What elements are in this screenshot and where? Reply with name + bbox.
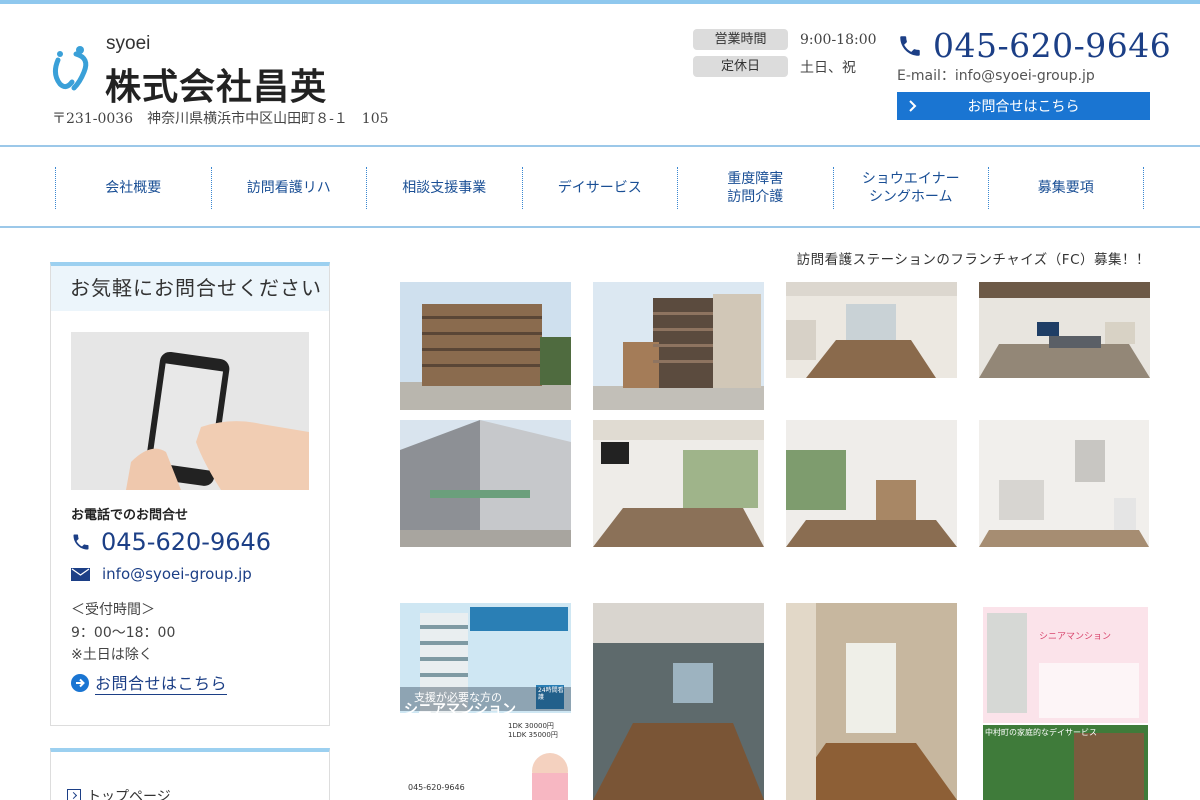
header-contact-button-label: お問合せはこちら (967, 98, 1080, 114)
company-address: 〒231-0036 神奈川県横浜市中区山田町８-１ 105 (52, 111, 389, 127)
closed-days-tag: 定休日 (693, 56, 788, 77)
business-hours-value: 9:00-18:00 (800, 31, 877, 48)
flyer1-price2: 1LDK 35000円 (508, 731, 558, 739)
chevron-right-icon (67, 789, 81, 800)
sidebar-email-address[interactable]: info@syoei-group.jp (102, 565, 252, 583)
header-email[interactable]: E-mail：info@syoei-group.jp (897, 65, 1095, 85)
sidebar-heading: お気軽にお問合せください (51, 266, 329, 311)
nav-item-day-service[interactable]: デイサービス (521, 167, 678, 209)
sidebar-email[interactable]: info@syoei-group.jp (71, 565, 252, 583)
sidebar-item-top-page[interactable]: トップページ (67, 786, 171, 800)
interior-photo-7[interactable] (786, 603, 957, 800)
phone-icon (73, 534, 89, 550)
sidebar-phone-number[interactable]: 045-620-9646 (101, 528, 271, 556)
senior-mansion-flyer-2[interactable]: シニアマンション 中村町の家庭的なデイサービス (979, 603, 1150, 800)
company-name[interactable]: 株式会社昌英 (105, 58, 327, 110)
interior-photo-1[interactable] (786, 282, 957, 378)
closed-days-value: 土日、祝 (800, 59, 856, 76)
sidebar-phone[interactable]: 045-620-9646 (71, 528, 271, 556)
flyer1-title: シニアマンション (404, 702, 516, 718)
logo-subtitle: syoei (106, 33, 151, 54)
building-photo-2[interactable] (593, 282, 764, 410)
building-photo-3[interactable] (400, 420, 571, 547)
business-hours-row: 営業時間 9:00-18:00 (693, 29, 877, 50)
closed-note: ※土日は除く (71, 647, 153, 663)
reception-hours-value: 9：00〜18：00 (71, 625, 176, 641)
business-hours-tag: 営業時間 (693, 29, 788, 50)
sidebar-contact-link[interactable]: お問合せはこちら (71, 670, 228, 695)
header-phone[interactable]: 045-620-9646 (897, 26, 1171, 65)
interior-photo-5[interactable] (979, 420, 1149, 547)
building-photo-1[interactable] (400, 282, 571, 410)
reception-hours-label: ＜受付時間＞ (71, 602, 155, 618)
mail-icon (71, 567, 90, 581)
flyer2-title: シニアマンション (1039, 632, 1112, 642)
interior-photo-2[interactable] (979, 282, 1150, 378)
chevron-right-icon (909, 100, 917, 112)
flyer1-badge: 24時間看護 (538, 687, 564, 701)
arrow-circle-icon (71, 673, 89, 692)
phone-icon (900, 35, 920, 56)
sidebar-item-label: トップページ (87, 789, 171, 800)
header-phone-number[interactable]: 045-620-9646 (933, 26, 1171, 65)
interior-photo-6[interactable] (593, 603, 764, 800)
sidebar-menu-box: トップページ (50, 748, 330, 800)
nav-item-recruitment[interactable]: 募集要項 (988, 167, 1144, 209)
top-accent-bar (0, 0, 1200, 4)
flyer1-phone: 045-620-9646 (408, 783, 465, 792)
sidebar-contact-link-label: お問合せはこちら (95, 670, 228, 695)
header-contact-button[interactable]: お問合せはこちら (897, 92, 1150, 120)
global-nav: 会社概要 訪問看護リハ 相談支援事業 デイサービス 重度障害 訪問介護 ショウエ… (0, 145, 1200, 228)
closed-days-row: 定休日 土日、祝 (693, 56, 856, 77)
interior-photo-3[interactable] (593, 420, 764, 547)
franchise-notice[interactable]: 訪問看護ステーションのフランチャイズ（FC）募集！！ (797, 248, 1150, 268)
nav-item-visiting-nursing[interactable]: 訪問看護リハ (210, 167, 367, 209)
interior-photo-4[interactable] (786, 420, 957, 547)
sidebar-contact-box: お気軽にお問合せください お電話でのお問合せ 045-620-9646 info… (50, 262, 330, 726)
sidebar-phone-heading: お電話でのお問合せ (71, 508, 189, 523)
nav-item-nursing-home[interactable]: ショウエイナー シングホーム (832, 167, 989, 209)
nav-item-home-care[interactable]: 重度障害 訪問介護 (677, 167, 833, 209)
smartphone-photo (71, 332, 309, 490)
senior-mansion-flyer-1[interactable]: 支援が必要な方の シニアマンション 24時間看護 1DK 30000円 1LDK… (400, 603, 571, 800)
nav-item-company[interactable]: 会社概要 (55, 167, 211, 209)
nav-item-consultation[interactable]: 相談支援事業 (366, 167, 522, 209)
flyer2-banner: 中村町の家庭的なデイサービス (985, 728, 1097, 737)
company-logo-icon[interactable] (50, 44, 96, 92)
